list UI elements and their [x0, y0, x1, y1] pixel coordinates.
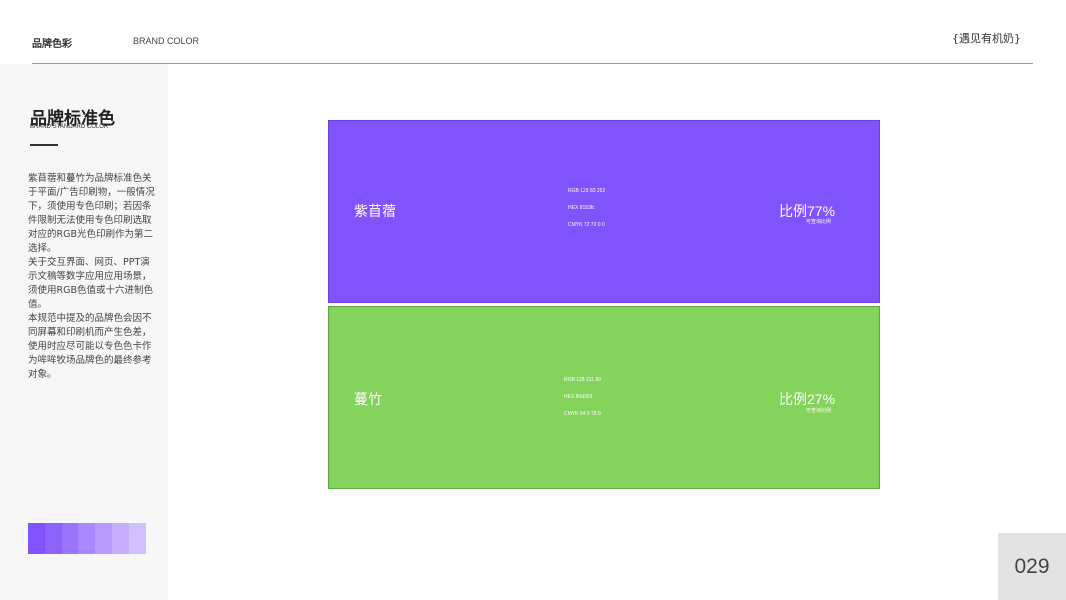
swatch: [128, 523, 146, 554]
color-card-purple: 紫苜蓿 RGB 129 83 252 HEX 8153fc CMYK 72 70…: [328, 120, 880, 303]
description-paragraph: 关于交互界面、网页、PPT演示文稿等数字应用应用场景，须使用RGB色值或十六进制…: [28, 257, 153, 310]
color-specs: RGB 129 83 252 HEX 8153fc CMYK 72 70 0 0: [568, 183, 605, 234]
header-title: 品牌色彩: [32, 39, 72, 50]
header-subtitle: BRAND COLOR: [133, 36, 200, 46]
color-card-green: 蔓竹 RGB 128 211 89 HEX 80d359 CMYK 54 0 7…: [328, 306, 880, 489]
header-brand: {遇见有机奶}: [952, 32, 1021, 45]
cmyk-value: CMYK 72 70 0 0: [568, 222, 605, 228]
swatch: [28, 523, 45, 554]
page-number: 029: [1014, 555, 1050, 578]
color-specs: RGB 128 211 89 HEX 80d359 CMYK 54 0 78 0: [564, 372, 601, 423]
hex-value: HEX 80d359: [564, 394, 593, 400]
section-subtitle: BRAND STANDARD COLOR: [30, 124, 109, 130]
cmyk-value: CMYK 54 0 78 0: [564, 411, 601, 417]
color-name: 蔓竹: [354, 392, 382, 408]
swatch: [61, 523, 79, 554]
description-paragraph: 紫苜蓿和蔓竹为品牌标准色关于平面/广告印刷物，一般情况下，须使用专色印刷；若因条…: [28, 173, 155, 254]
swatch: [111, 523, 129, 554]
swatch: [95, 523, 112, 554]
rgb-value: RGB 129 83 252: [568, 188, 606, 194]
color-ratio: 比例27%: [779, 391, 836, 407]
color-gradient-swatches: [28, 523, 146, 554]
color-name: 紫苜蓿: [354, 204, 396, 220]
swatch: [44, 523, 62, 554]
description-paragraph: 本规范中提及的品牌色会因不同屏幕和印刷机而产生色差，使用时应尽可能以专色色卡作为…: [28, 313, 152, 380]
title-underline: [30, 144, 58, 146]
description-text: 紫苜蓿和蔓竹为品牌标准色关于平面/广告印刷物，一般情况下，须使用专色印刷；若因条…: [28, 172, 156, 382]
hex-value: HEX 8153fc: [568, 205, 595, 211]
ratio-note: 可查询比例: [806, 219, 832, 225]
ratio-note: 可查询比例: [806, 408, 832, 414]
header-divider: [32, 63, 1033, 64]
page-number-box: 029: [998, 533, 1066, 600]
swatch: [78, 523, 96, 554]
rgb-value: RGB 128 211 89: [564, 377, 601, 383]
